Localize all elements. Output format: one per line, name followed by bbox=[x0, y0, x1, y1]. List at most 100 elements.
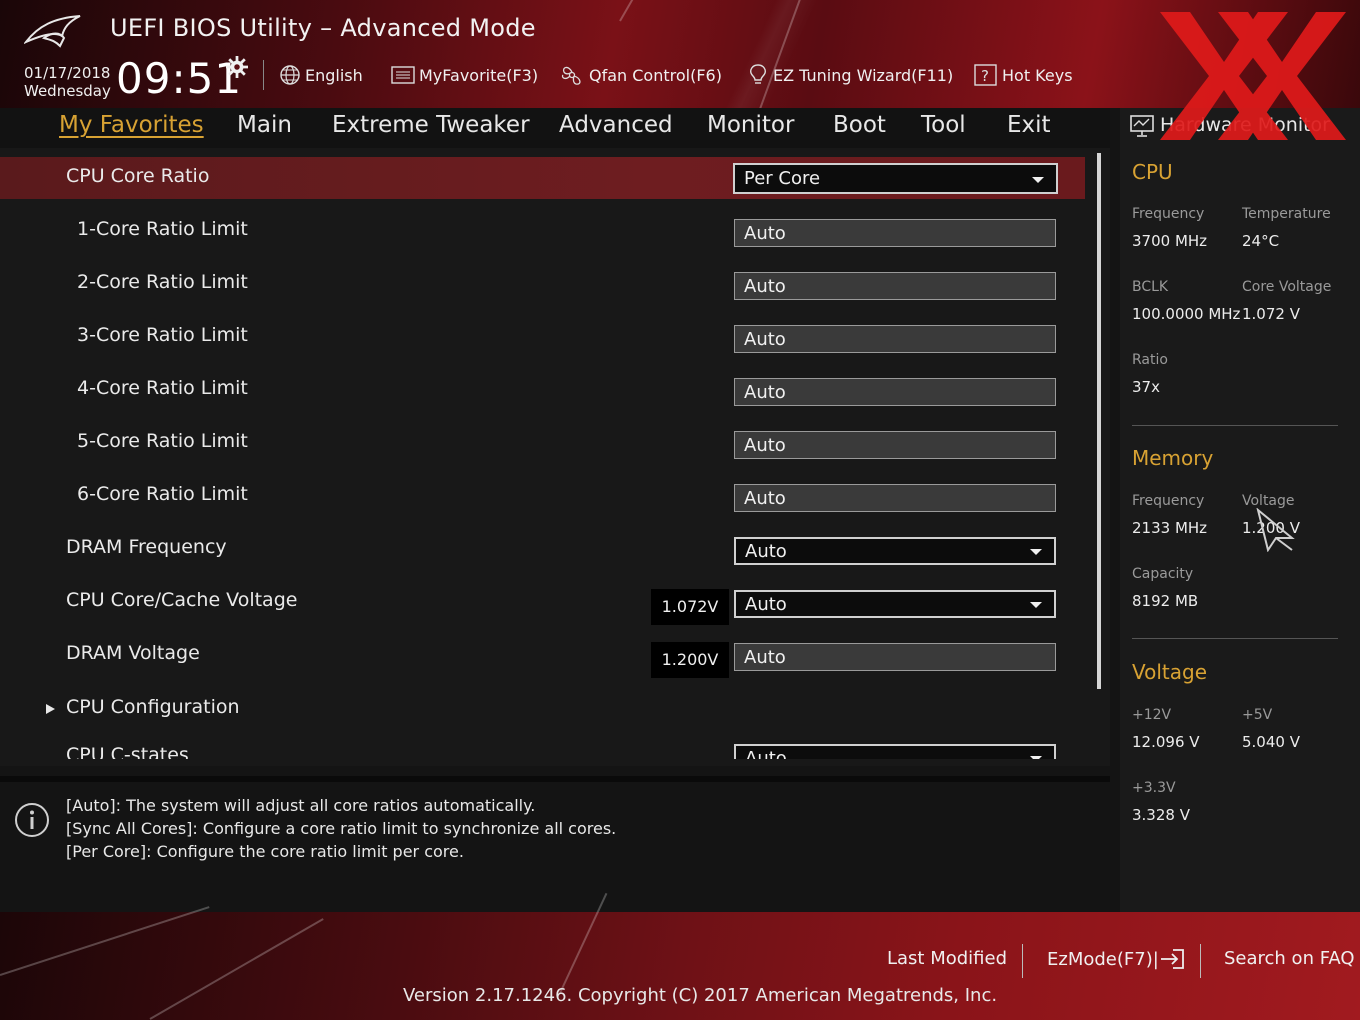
qfan-control-button[interactable]: Qfan Control(F6) bbox=[559, 62, 722, 88]
search-faq-button[interactable]: Search on FAQ bbox=[1224, 948, 1355, 969]
footer-divider bbox=[1022, 944, 1023, 978]
v33-value: 3.328 V bbox=[1132, 806, 1190, 824]
footer-bar: Last Modified EzMode(F7)| Search on FAQ … bbox=[0, 892, 1360, 1020]
setting-cpu-core-cache-voltage[interactable]: CPU Core/Cache Voltage 1.072V Auto bbox=[0, 581, 1085, 625]
ratio-value: 37x bbox=[1132, 378, 1160, 396]
section-divider bbox=[1132, 425, 1338, 426]
clock-display: 09:51 bbox=[116, 54, 243, 103]
ez-tuning-wizard-button[interactable]: EZ Tuning Wizard(F11) bbox=[747, 62, 953, 88]
ezmode-button[interactable]: EzMode(F7)| bbox=[1047, 948, 1185, 970]
setting-label: 1-Core Ratio Limit bbox=[77, 218, 248, 240]
chevron-down-icon bbox=[1032, 177, 1044, 183]
capacity-value: 8192 MB bbox=[1132, 592, 1199, 610]
chevron-down-icon bbox=[1030, 756, 1042, 759]
section-divider bbox=[1132, 638, 1338, 639]
setting-4-core-ratio-limit[interactable]: 4-Core Ratio Limit Auto bbox=[0, 369, 1085, 411]
myfavorite-button[interactable]: MyFavorite(F3) bbox=[391, 62, 538, 88]
cpu-core-ratio-dropdown[interactable]: Per Core bbox=[733, 163, 1058, 194]
setting-label: 6-Core Ratio Limit bbox=[77, 483, 248, 505]
bclk-label: BCLK bbox=[1132, 279, 1169, 295]
6-core-ratio-input[interactable]: Auto bbox=[734, 484, 1056, 512]
weekday-text: Wednesday bbox=[24, 82, 111, 100]
3-core-ratio-input[interactable]: Auto bbox=[734, 325, 1056, 353]
core-voltage-label: Core Voltage bbox=[1242, 279, 1332, 295]
settings-scrollbar[interactable] bbox=[1097, 153, 1101, 689]
language-button[interactable]: English bbox=[279, 62, 363, 88]
language-label: English bbox=[305, 65, 363, 85]
core-voltage-value: 1.072 V bbox=[1242, 305, 1300, 323]
memory-voltage-label: Voltage bbox=[1242, 493, 1295, 509]
hardware-monitor-panel: Hardware Monitor CPU Frequency Temperatu… bbox=[1120, 108, 1360, 912]
submenu-cpu-configuration[interactable]: CPU Configuration bbox=[0, 688, 1085, 730]
dram-voltage-input[interactable]: Auto bbox=[734, 643, 1056, 671]
cpu-temperature-label: Temperature bbox=[1242, 206, 1331, 222]
bclk-value: 100.0000 MHz bbox=[1132, 305, 1241, 323]
last-modified-button[interactable]: Last Modified bbox=[887, 948, 1007, 969]
setting-cpu-c-states[interactable]: CPU C-states Auto bbox=[0, 739, 1085, 759]
svg-text:?: ? bbox=[981, 67, 989, 85]
cpu-c-states-dropdown[interactable]: Auto bbox=[734, 744, 1056, 759]
favorites-list-icon bbox=[391, 66, 415, 84]
dropdown-value: Auto bbox=[745, 594, 787, 615]
4-core-ratio-input[interactable]: Auto bbox=[734, 378, 1056, 406]
v33-label: +3.3V bbox=[1132, 780, 1176, 796]
header-bar: UEFI BIOS Utility – Advanced Mode 01/17/… bbox=[0, 0, 1360, 110]
tab-monitor[interactable]: Monitor bbox=[707, 112, 794, 138]
setting-label: 4-Core Ratio Limit bbox=[77, 377, 248, 399]
tab-exit[interactable]: Exit bbox=[1007, 112, 1051, 138]
help-text-line: [Sync All Cores]: Configure a core ratio… bbox=[66, 819, 617, 838]
cpu-frequency-label: Frequency bbox=[1132, 206, 1205, 222]
v12-value: 12.096 V bbox=[1132, 733, 1200, 751]
watermark-logo bbox=[1160, 12, 1346, 140]
setting-6-core-ratio-limit[interactable]: 6-Core Ratio Limit Auto bbox=[0, 475, 1085, 517]
v5-label: +5V bbox=[1242, 707, 1273, 723]
setting-label: 3-Core Ratio Limit bbox=[77, 324, 248, 346]
memory-frequency-value: 2133 MHz bbox=[1132, 519, 1208, 537]
setting-label: CPU C-states bbox=[66, 744, 189, 759]
question-box-icon: ? bbox=[974, 64, 997, 86]
setting-1-core-ratio-limit[interactable]: 1-Core Ratio Limit Auto bbox=[0, 210, 1085, 252]
qfan-label: Qfan Control(F6) bbox=[589, 65, 722, 85]
ez-tuning-label: EZ Tuning Wizard(F11) bbox=[773, 65, 954, 85]
setting-3-core-ratio-limit[interactable]: 3-Core Ratio Limit Auto bbox=[0, 316, 1085, 358]
chevron-down-icon bbox=[1030, 549, 1042, 555]
voltage-readout: 1.200V bbox=[651, 642, 729, 678]
hot-keys-button[interactable]: ? Hot Keys bbox=[974, 62, 1073, 88]
app-title: UEFI BIOS Utility – Advanced Mode bbox=[110, 14, 536, 42]
tab-main[interactable]: Main bbox=[237, 112, 292, 138]
tab-tool[interactable]: Tool bbox=[921, 112, 966, 138]
decor-streak bbox=[149, 918, 324, 1020]
tab-advanced[interactable]: Advanced bbox=[559, 112, 673, 138]
memory-heading: Memory bbox=[1132, 446, 1214, 470]
v12-label: +12V bbox=[1132, 707, 1172, 723]
2-core-ratio-input[interactable]: Auto bbox=[734, 272, 1056, 300]
version-text: Version 2.17.1246. Copyright (C) 2017 Am… bbox=[403, 985, 998, 1006]
tab-my-favorites[interactable]: My Favorites bbox=[59, 112, 204, 138]
globe-icon bbox=[280, 65, 300, 85]
1-core-ratio-input[interactable]: Auto bbox=[734, 219, 1056, 247]
cpu-core-voltage-dropdown[interactable]: Auto bbox=[734, 590, 1056, 618]
setting-2-core-ratio-limit[interactable]: 2-Core Ratio Limit Auto bbox=[0, 263, 1085, 305]
tab-boot[interactable]: Boot bbox=[833, 112, 886, 138]
voltage-readout: 1.072V bbox=[651, 589, 729, 625]
ezmode-label: EzMode(F7)| bbox=[1047, 948, 1159, 970]
decor-streak bbox=[759, 0, 802, 110]
dropdown-value: Per Core bbox=[744, 168, 821, 189]
5-core-ratio-input[interactable]: Auto bbox=[734, 431, 1056, 459]
dram-frequency-dropdown[interactable]: Auto bbox=[734, 537, 1056, 565]
myfavorite-label: MyFavorite(F3) bbox=[419, 65, 539, 85]
cpu-heading: CPU bbox=[1132, 160, 1173, 184]
setting-label: 5-Core Ratio Limit bbox=[77, 430, 248, 452]
help-text-line: [Auto]: The system will adjust all core … bbox=[66, 796, 536, 815]
setting-cpu-core-ratio[interactable]: CPU Core Ratio Per Core bbox=[0, 157, 1085, 199]
setting-dram-voltage[interactable]: DRAM Voltage 1.200V Auto bbox=[0, 634, 1085, 678]
tab-extreme-tweaker[interactable]: Extreme Tweaker bbox=[332, 112, 530, 138]
toolbar-divider bbox=[263, 60, 264, 90]
dropdown-value: Auto bbox=[745, 748, 787, 759]
help-text-line: [Per Core]: Configure the core ratio lim… bbox=[66, 842, 464, 861]
gear-icon[interactable] bbox=[226, 56, 248, 78]
setting-5-core-ratio-limit[interactable]: 5-Core Ratio Limit Auto bbox=[0, 422, 1085, 464]
capacity-label: Capacity bbox=[1132, 566, 1194, 582]
setting-dram-frequency[interactable]: DRAM Frequency Auto bbox=[0, 528, 1085, 570]
rog-logo bbox=[24, 15, 81, 48]
